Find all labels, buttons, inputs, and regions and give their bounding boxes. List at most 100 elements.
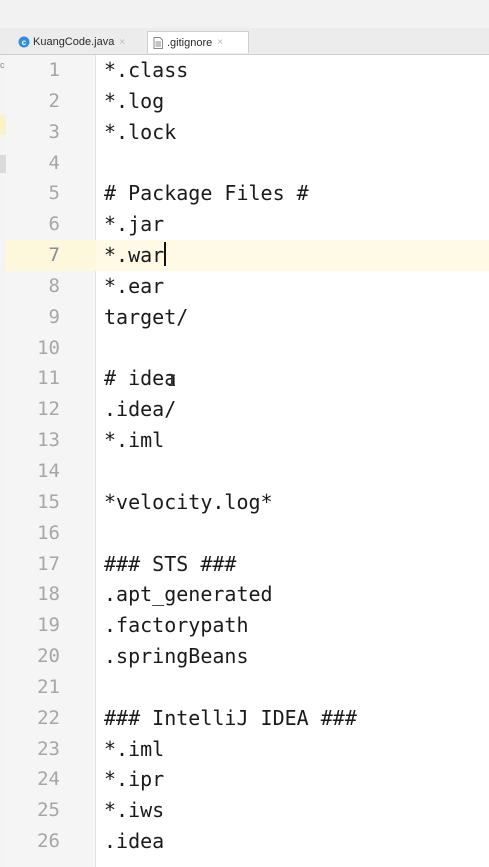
code-text[interactable]: *.iml — [104, 734, 164, 765]
code-text[interactable]: .idea/ — [104, 394, 176, 425]
tab-label: .gitignore — [167, 36, 213, 49]
line-number: 10 — [37, 336, 60, 359]
code-text-content: target/ — [104, 304, 189, 329]
line-number: 15 — [37, 490, 60, 513]
line-number: 24 — [37, 768, 60, 791]
line-number: 9 — [48, 305, 60, 328]
code-text[interactable]: .apt_generated — [104, 579, 273, 610]
line-number: 23 — [37, 737, 60, 760]
line-number: 17 — [37, 552, 60, 575]
toolbar-strip — [0, 0, 489, 29]
code-text-content: *.ipr — [104, 767, 165, 792]
code-line[interactable]: 4 — [0, 148, 489, 179]
code-text[interactable]: .springBeans — [104, 641, 249, 672]
code-text-content: ### STS ### — [104, 551, 237, 576]
code-text[interactable]: *.ear — [104, 271, 164, 302]
line-number: 11 — [37, 367, 60, 390]
code-text-content: *.war — [104, 243, 165, 268]
code-text-content: # idea — [104, 366, 177, 391]
code-text-content: .idea — [104, 829, 165, 854]
code-line[interactable]: 14 — [0, 456, 489, 487]
line-number: 19 — [37, 614, 60, 637]
line-number: 20 — [37, 645, 60, 668]
close-icon[interactable]: × — [119, 37, 125, 48]
code-text-content: # Package Files # — [104, 181, 309, 206]
line-number: 13 — [37, 429, 60, 452]
code-text-content: *.lock — [104, 119, 177, 144]
line-number: 18 — [37, 583, 60, 606]
code-text-content: *.ear — [104, 273, 165, 298]
tab-kuangcode-java[interactable]: c KuangCode.java × — [14, 31, 147, 53]
code-text[interactable]: *.lock — [104, 117, 176, 148]
code-line[interactable]: 26 .idea — [0, 826, 489, 857]
line-number: 3 — [48, 120, 60, 143]
code-line[interactable]: 23 *.iml — [0, 734, 489, 765]
text-caret — [164, 242, 167, 267]
code-text[interactable]: .factorypath — [104, 610, 249, 641]
code-text[interactable]: *.ipr — [104, 764, 164, 795]
code-editor[interactable]: 1 *.class 2 *.log 3 *.lock 4 5 # Package Files #… — [0, 55, 489, 857]
code-line[interactable]: 9 target/ — [0, 302, 489, 333]
code-line[interactable]: 17 ### STS ### — [0, 549, 489, 580]
code-line[interactable]: 24 *.ipr — [0, 764, 489, 795]
line-number: 1 — [48, 59, 60, 81]
code-line[interactable]: 11 # idea — [0, 363, 489, 394]
code-line[interactable]: 18 .apt_generated — [0, 579, 489, 610]
code-line[interactable]: 7 *.war — [0, 240, 489, 271]
line-number: 16 — [37, 521, 60, 544]
code-line[interactable]: 1 *.class — [0, 55, 489, 86]
code-text[interactable]: *.log — [104, 86, 164, 117]
line-number: 2 — [48, 89, 60, 112]
code-text[interactable]: # Package Files # — [104, 178, 309, 209]
line-number: 14 — [37, 459, 60, 482]
code-text-content: .factorypath — [104, 613, 249, 638]
code-text[interactable]: *.class — [104, 55, 188, 86]
code-text[interactable]: # idea — [104, 363, 176, 394]
code-text[interactable]: target/ — [104, 302, 188, 333]
code-text-content: *.class — [104, 58, 189, 82]
java-class-icon: c — [18, 36, 30, 48]
code-text[interactable]: *.iws — [104, 795, 164, 826]
code-line[interactable]: 12 .idea/ — [0, 394, 489, 425]
code-line[interactable]: 19 .factorypath — [0, 610, 489, 641]
code-line[interactable]: 21 — [0, 672, 489, 703]
tab-gitignore[interactable]: .gitignore × — [147, 31, 249, 53]
line-number: 7 — [48, 244, 60, 267]
code-text-content: .apt_generated — [104, 582, 273, 607]
code-text-content: *.log — [104, 88, 165, 113]
tab-label: KuangCode.java — [33, 36, 115, 48]
code-text-content: .springBeans — [104, 644, 249, 669]
code-text-content: *.iml — [104, 428, 165, 453]
code-line[interactable]: 2 *.log — [0, 86, 489, 117]
code-text-content: *.iws — [104, 798, 165, 823]
code-line[interactable]: 13 *.iml — [0, 425, 489, 456]
code-line[interactable]: 20 .springBeans — [0, 641, 489, 672]
line-number: 12 — [37, 398, 60, 421]
code-text-content: *.iml — [104, 736, 165, 761]
code-text[interactable]: *.jar — [104, 209, 164, 240]
close-icon[interactable]: × — [217, 37, 223, 48]
code-line[interactable]: 15 *velocity.log* — [0, 487, 489, 518]
ide-window: c KuangCode.java × .gitignore × c 1 *.cl… — [0, 0, 489, 867]
code-line[interactable]: 22 ### IntelliJ IDEA ### — [0, 703, 489, 734]
line-number: 25 — [37, 799, 60, 822]
code-line[interactable]: 8 *.ear — [0, 271, 489, 302]
code-line[interactable]: 10 — [0, 333, 489, 364]
code-line[interactable]: 16 — [0, 518, 489, 549]
line-number: 8 — [48, 274, 60, 297]
editor-tab-bar: c KuangCode.java × .gitignore × — [0, 28, 489, 55]
code-text[interactable]: .idea — [104, 826, 164, 857]
line-number: 21 — [37, 675, 60, 698]
line-number: 6 — [48, 213, 60, 236]
code-text[interactable]: ### IntelliJ IDEA ### — [104, 703, 357, 734]
code-text[interactable]: *velocity.log* — [104, 487, 273, 518]
code-line[interactable]: 6 *.jar — [0, 209, 489, 240]
code-text[interactable]: *.iml — [104, 425, 164, 456]
code-text[interactable]: ### STS ### — [104, 549, 236, 580]
svg-text:c: c — [22, 38, 27, 47]
line-number: 4 — [48, 151, 60, 174]
code-line[interactable]: 25 *.iws — [0, 795, 489, 826]
code-line[interactable]: 5 # Package Files # — [0, 178, 489, 209]
code-text[interactable]: *.war — [104, 240, 167, 271]
code-line[interactable]: 3 *.lock — [0, 117, 489, 148]
